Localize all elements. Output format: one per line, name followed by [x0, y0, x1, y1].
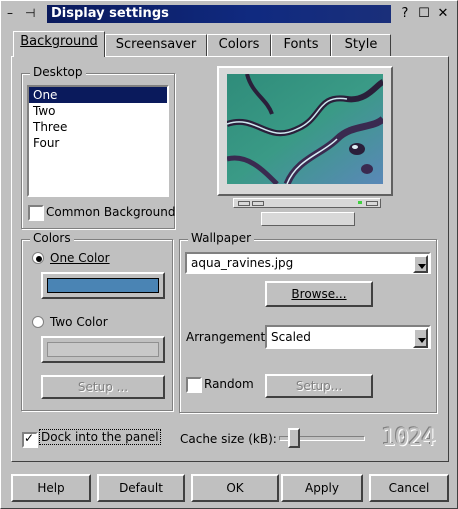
list-item[interactable]: Four: [29, 135, 167, 151]
chevron-down-icon[interactable]: [413, 255, 428, 273]
random-label: Random: [204, 377, 254, 391]
power-led-icon: [358, 201, 362, 204]
one-color-radio[interactable]: [32, 252, 44, 264]
colors-group-title: Colors: [30, 231, 74, 245]
desktop-group-title: Desktop: [30, 65, 86, 79]
cache-size-lcd: 1024: [379, 423, 436, 451]
restore-icon[interactable]: ☐: [416, 6, 432, 22]
two-color-label: Two Color: [50, 315, 108, 329]
dock-panel-label: Dock into the panel: [39, 429, 161, 445]
color-swatch-disabled: [47, 342, 159, 357]
cache-size-value: 1024: [381, 423, 436, 451]
tab-colors[interactable]: Colors: [207, 34, 271, 56]
monitor-button-icon: [252, 201, 264, 206]
default-button[interactable]: Default: [97, 474, 185, 502]
tab-label: Colors: [218, 37, 260, 52]
one-color-button[interactable]: [41, 272, 165, 299]
apply-button[interactable]: Apply: [281, 474, 363, 502]
help-button[interactable]: Help: [11, 474, 91, 502]
monitor-button-icon: [366, 201, 378, 206]
list-item[interactable]: One: [29, 87, 167, 103]
arrangement-value: Scaled: [271, 330, 311, 344]
title-bar[interactable]: – ⊣ Display settings ? ☐ ✕: [3, 3, 455, 25]
wallpaper-preview-image: [226, 73, 386, 186]
tab-label: Background: [20, 34, 98, 49]
help-icon[interactable]: ?: [397, 6, 413, 22]
tab-fonts[interactable]: Fonts: [271, 34, 331, 56]
two-color-radio[interactable]: [32, 316, 44, 328]
two-color-button[interactable]: [41, 336, 165, 363]
cache-size-slider[interactable]: [279, 428, 365, 448]
wallpaper-file-value: aqua_ravines.jpg: [191, 256, 294, 270]
arrangement-combo[interactable]: Scaled: [265, 325, 431, 349]
tab-label: Style: [344, 37, 378, 52]
display-settings-window: – ⊣ Display settings ? ☐ ✕ Background Sc…: [0, 0, 458, 509]
tab-screensaver[interactable]: Screensaver: [105, 34, 207, 56]
color-swatch: [47, 278, 159, 293]
checkmark-icon: ✓: [24, 431, 35, 445]
chevron-down-icon[interactable]: [413, 328, 428, 348]
tab-label: Screensaver: [115, 37, 197, 52]
ok-button[interactable]: OK: [191, 474, 279, 502]
monitor-button-icon: [238, 201, 250, 206]
common-background-label: Common Background: [46, 205, 176, 219]
window-title: Display settings: [47, 5, 391, 23]
browse-label: Browse...: [291, 287, 347, 301]
tab-style[interactable]: Style: [331, 34, 391, 56]
tab-label: Fonts: [283, 37, 319, 52]
common-background-checkbox[interactable]: [28, 205, 44, 221]
one-color-label-text: One Color: [50, 251, 110, 265]
desktop-list[interactable]: One Two Three Four: [27, 85, 169, 197]
cache-size-label: Cache size (kB):: [180, 432, 277, 446]
wallpaper-setup-button[interactable]: Setup...: [265, 374, 373, 398]
list-item[interactable]: Two: [29, 103, 167, 119]
monitor-base-strip: [233, 198, 381, 208]
radio-dot-icon: [36, 256, 42, 262]
monitor-preview: [217, 66, 397, 226]
random-checkbox[interactable]: [186, 377, 202, 393]
cancel-button[interactable]: Cancel: [369, 474, 449, 502]
browse-button[interactable]: Browse...: [265, 281, 373, 307]
one-color-label: One Color: [50, 251, 110, 265]
monitor-stand: [261, 212, 355, 226]
dock-panel-checkbox[interactable]: ✓: [22, 431, 38, 448]
list-item[interactable]: Three: [29, 119, 167, 135]
wallpaper-group-title: Wallpaper: [188, 231, 255, 245]
tab-background[interactable]: Background: [13, 31, 105, 57]
colors-setup-button[interactable]: Setup ...: [41, 375, 165, 399]
two-color-label-text: Two Color: [50, 315, 108, 329]
close-icon[interactable]: ✕: [435, 6, 451, 22]
wallpaper-file-combo[interactable]: aqua_ravines.jpg: [185, 252, 431, 274]
slider-thumb[interactable]: [288, 428, 300, 448]
minimize-dash-icon[interactable]: –: [7, 6, 13, 20]
pin-icon[interactable]: ⊣: [25, 6, 35, 20]
arrangement-label: Arrangement:: [186, 330, 270, 344]
